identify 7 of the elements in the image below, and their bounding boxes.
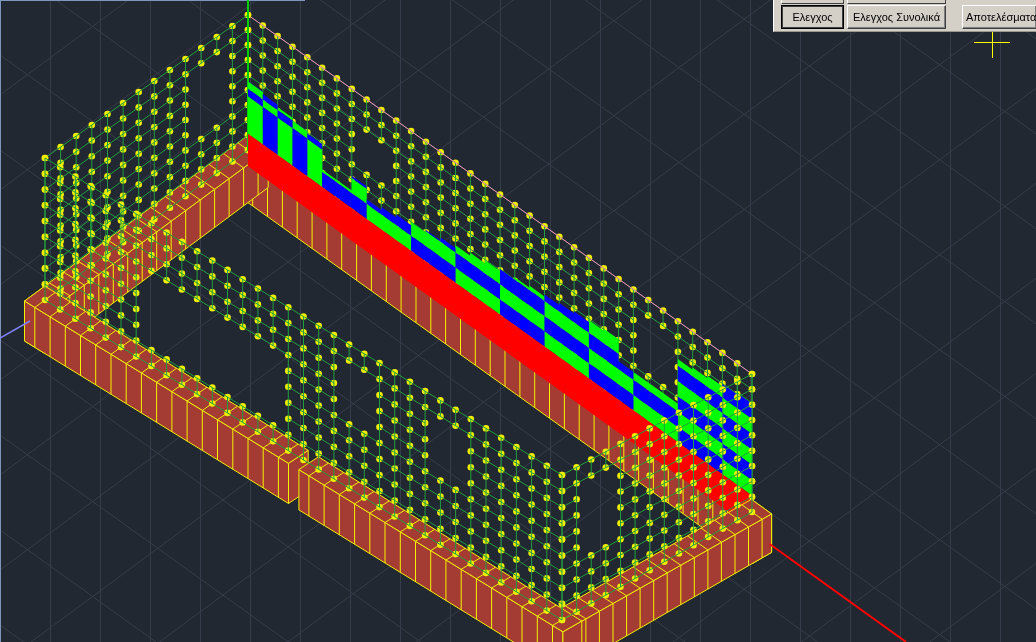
y-axis-line: [0, 320, 31, 339]
toolbar-button[interactable]: [847, 0, 946, 4]
toolbar-button[interactable]: [781, 0, 844, 4]
toolbar-button[interactable]: Ελεγχος Συνολικά: [847, 5, 946, 29]
toolbar-button[interactable]: Ελεγχος: [781, 5, 844, 29]
crosshair-cursor-icon: [973, 31, 1011, 59]
toolbar-button[interactable]: Αποτελέσματα: [962, 5, 1036, 29]
